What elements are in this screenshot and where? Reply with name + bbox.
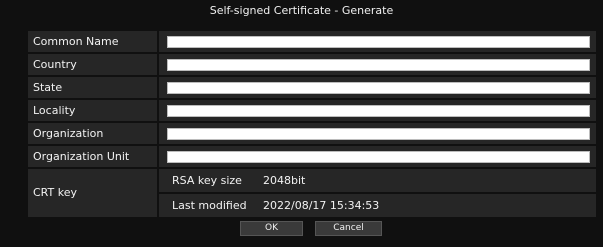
rsa-key-size-row: RSA key size 2048bit xyxy=(159,169,596,192)
locality-input[interactable] xyxy=(167,105,590,117)
rsa-key-size-label: RSA key size xyxy=(172,174,242,187)
label-common-name: Common Name xyxy=(28,31,157,52)
row-country xyxy=(159,54,596,75)
row-organization-unit xyxy=(159,146,596,167)
last-modified-row: Last modified 2022/08/17 15:34:53 xyxy=(159,194,596,217)
label-crt-key: CRT key xyxy=(28,169,157,217)
dialog-title: Self-signed Certificate - Generate xyxy=(209,4,394,17)
rsa-key-size-value: 2048bit xyxy=(263,174,306,187)
common-name-input[interactable] xyxy=(167,36,590,48)
state-input[interactable] xyxy=(167,82,590,94)
cancel-button[interactable]: Cancel xyxy=(315,221,382,236)
country-input[interactable] xyxy=(167,59,590,71)
row-locality xyxy=(159,100,596,121)
row-state xyxy=(159,77,596,98)
label-state: State xyxy=(28,77,157,98)
label-organization-unit: Organization Unit xyxy=(28,146,157,167)
last-modified-label: Last modified xyxy=(172,199,247,212)
label-locality: Locality xyxy=(28,100,157,121)
label-country: Country xyxy=(28,54,157,75)
organization-unit-input[interactable] xyxy=(167,151,590,163)
organization-input[interactable] xyxy=(167,128,590,140)
row-common-name xyxy=(159,31,596,52)
row-organization xyxy=(159,123,596,144)
label-organization: Organization xyxy=(28,123,157,144)
ok-button[interactable]: OK xyxy=(240,221,303,236)
last-modified-value: 2022/08/17 15:34:53 xyxy=(263,199,380,212)
